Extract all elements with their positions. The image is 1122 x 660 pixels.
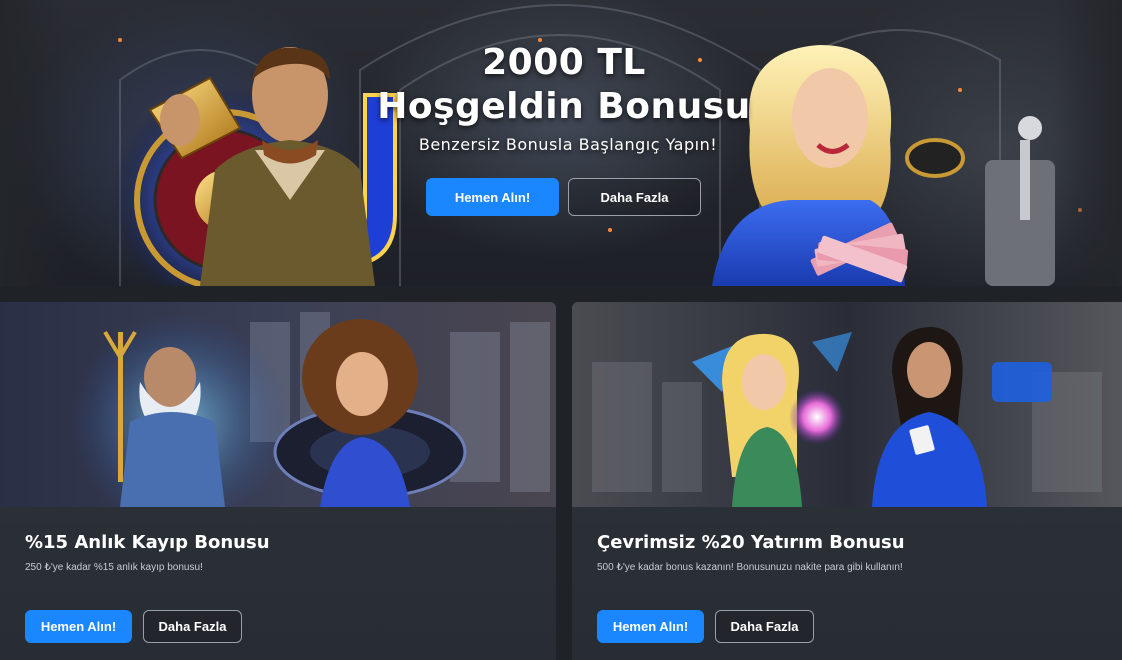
promo-image-loss-bonus xyxy=(0,302,556,507)
promo-image-deposit-bonus xyxy=(572,302,1122,507)
promo-more-button[interactable]: Daha Fazla xyxy=(143,610,242,643)
hero-claim-button[interactable]: Hemen Alın! xyxy=(426,178,559,216)
promo-title: Çevrimsiz %20 Yatırım Bonusu xyxy=(597,532,905,553)
promo-card-deposit-bonus: Çevrimsiz %20 Yatırım Bonusu 500 ₺'ye ka… xyxy=(572,302,1122,660)
promo-more-button[interactable]: Daha Fazla xyxy=(715,610,814,643)
welcome-bonus-banner: 2000 TL Hoşgeldin Bonusu Benzersiz Bonus… xyxy=(0,0,1122,286)
banner-headline: Hoşgeldin Bonusu xyxy=(377,86,751,127)
promo-description: 500 ₺'ye kadar bonus kazanın! Bonusunuzu… xyxy=(597,562,903,573)
promo-title: %15 Anlık Kayıp Bonusu xyxy=(25,532,270,553)
promo-claim-button[interactable]: Hemen Alın! xyxy=(597,610,704,643)
banner-subtitle: Benzersiz Bonusla Başlangıç Yapın! xyxy=(418,135,718,154)
bonus-amount: 2000 TL xyxy=(482,42,646,83)
promo-claim-button[interactable]: Hemen Alın! xyxy=(25,610,132,643)
promo-card-loss-bonus: %15 Anlık Kayıp Bonusu 250 ₺'ye kadar %1… xyxy=(0,302,556,660)
hero-more-button[interactable]: Daha Fazla xyxy=(568,178,701,216)
promo-description: 250 ₺'ye kadar %15 anlık kayıp bonusu! xyxy=(25,562,203,573)
